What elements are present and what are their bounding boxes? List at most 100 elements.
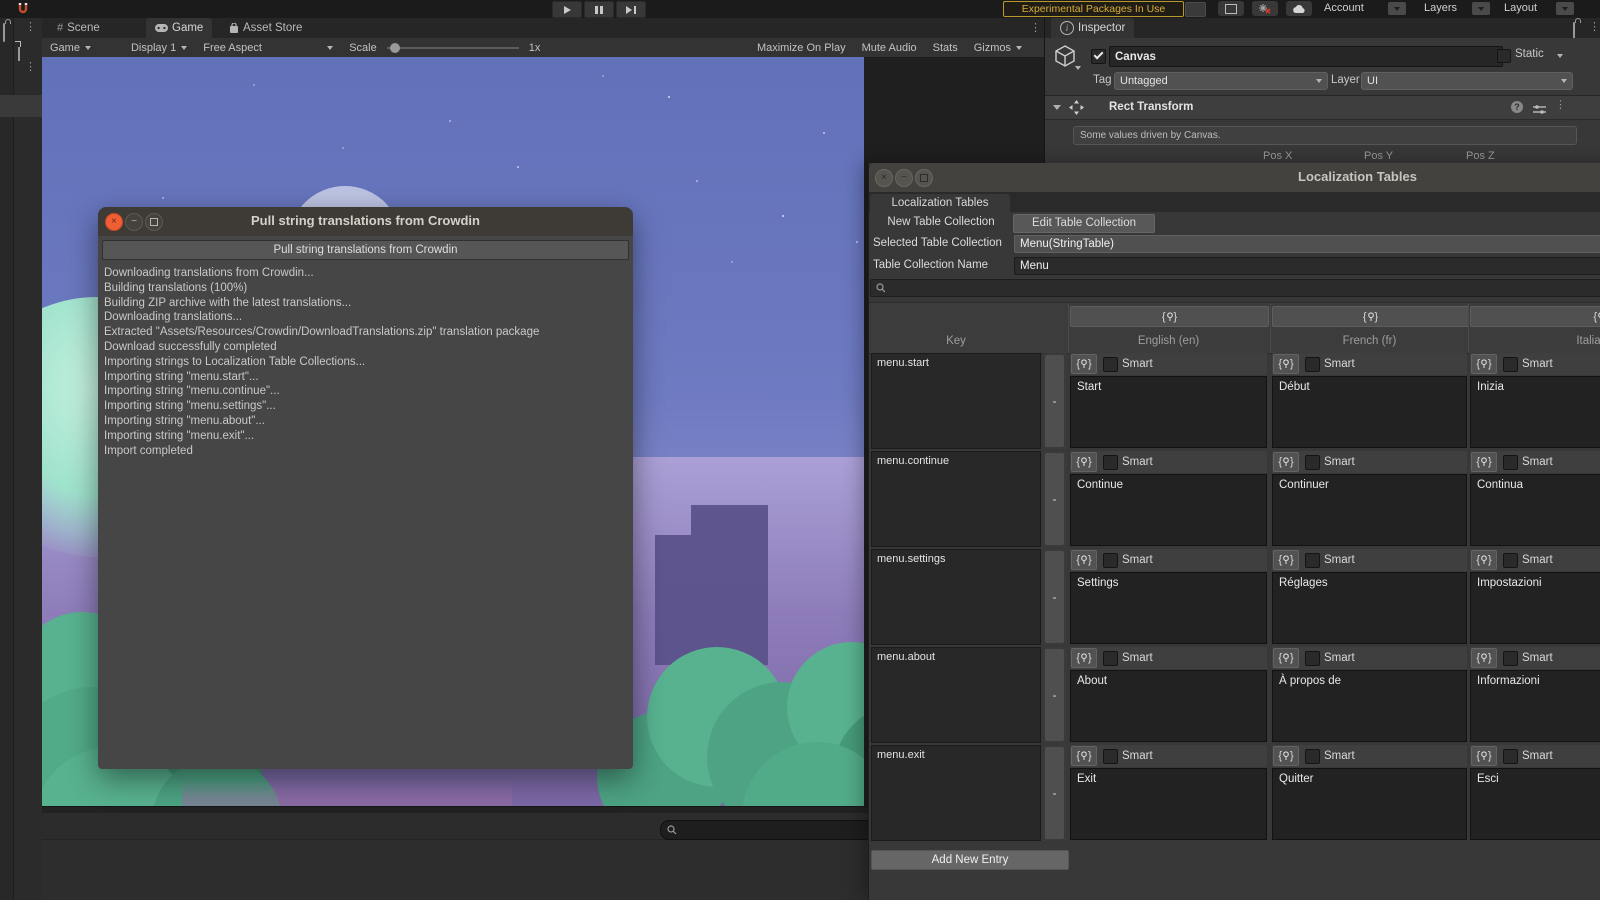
smart-checkbox[interactable] — [1103, 356, 1118, 372]
smart-checkbox[interactable] — [1305, 454, 1320, 470]
experimental-packages-button[interactable]: Experimental Packages In Use — [1003, 1, 1184, 17]
maximize-on-play-toggle[interactable]: Maximize On Play — [749, 38, 854, 57]
tab-asset-store[interactable]: Asset Store — [220, 18, 311, 38]
column-settings-button-fr[interactable]: {} — [1272, 306, 1469, 327]
scale-slider-handle[interactable] — [389, 42, 400, 53]
translation-text-area[interactable]: Continuer — [1272, 474, 1467, 546]
translation-text-area[interactable]: Réglages — [1272, 572, 1467, 644]
lock-icon[interactable] — [3, 23, 5, 42]
column-header-french[interactable]: French (fr) — [1272, 335, 1467, 347]
smart-checkbox[interactable] — [1503, 356, 1518, 372]
component-menu-icon[interactable]: ⋮ — [1555, 100, 1566, 111]
translation-text-area[interactable]: Quitter — [1272, 768, 1467, 840]
component-header[interactable]: Rect Transform ? ⋮ — [1045, 96, 1600, 120]
metadata-button[interactable]: {} — [1273, 648, 1299, 668]
pause-button[interactable] — [584, 1, 614, 18]
translation-text-area[interactable]: Settings — [1070, 572, 1267, 644]
presets-icon[interactable] — [1533, 102, 1546, 120]
remove-entry-button[interactable]: - — [1045, 355, 1064, 447]
icon-dropdown-chevron[interactable] — [1075, 66, 1081, 70]
remove-entry-button[interactable]: - — [1045, 453, 1064, 545]
game-panel-menu-icon[interactable]: ⋮ — [1030, 23, 1041, 34]
console-search-input[interactable] — [660, 820, 874, 840]
metadata-button[interactable]: {} — [1273, 550, 1299, 570]
translation-text-area[interactable]: Exit — [1070, 768, 1267, 840]
metadata-button[interactable]: {} — [1471, 354, 1497, 374]
column-header-key[interactable]: Key — [871, 335, 1041, 347]
metadata-button[interactable]: {} — [1471, 746, 1497, 766]
close-button[interactable]: × — [875, 169, 893, 187]
more-menu-icon[interactable]: ⋮ — [25, 22, 36, 33]
foldout-icon[interactable] — [1053, 105, 1061, 110]
layer-dropdown[interactable]: UI — [1361, 72, 1573, 90]
aspect-ratio-dropdown[interactable]: Free Aspect — [195, 38, 341, 57]
experimental-packages-dropdown[interactable] — [1185, 2, 1206, 17]
scale-slider[interactable] — [386, 42, 519, 53]
translation-text-area[interactable]: Esci — [1470, 768, 1600, 840]
smart-checkbox[interactable] — [1305, 552, 1320, 568]
add-new-entry-button[interactable]: Add New Entry — [871, 850, 1069, 870]
dialog-titlebar[interactable]: × − Pull string translations from Crowdi… — [98, 207, 633, 237]
frame-capture-button[interactable] — [1218, 1, 1244, 16]
metadata-button[interactable]: {} — [1273, 746, 1299, 766]
account-dropdown[interactable] — [1388, 2, 1406, 15]
translation-text-area[interactable]: Inizia — [1470, 376, 1600, 448]
pull-translations-button[interactable]: Pull string translations from Crowdin — [102, 240, 629, 260]
key-cell[interactable]: menu.continue — [871, 451, 1041, 547]
metadata-button[interactable]: {} — [1071, 452, 1097, 472]
metadata-button[interactable]: {} — [1273, 452, 1299, 472]
smart-checkbox[interactable] — [1305, 650, 1320, 666]
play-button[interactable] — [552, 1, 582, 18]
tab-game[interactable]: Game — [146, 18, 213, 38]
popout-window-icon[interactable] — [18, 42, 20, 61]
window-titlebar[interactable]: × − Localization Tables — [869, 163, 1600, 193]
new-table-collection-button[interactable]: New Table Collection — [870, 214, 1012, 231]
smart-checkbox[interactable] — [1503, 748, 1518, 764]
metadata-button[interactable]: {} — [1471, 550, 1497, 570]
translation-text-area[interactable]: Informazioni — [1470, 670, 1600, 742]
key-cell[interactable]: menu.about — [871, 647, 1041, 743]
translation-text-area[interactable]: Continue — [1070, 474, 1267, 546]
edit-table-collection-button[interactable]: Edit Table Collection — [1013, 214, 1155, 233]
minimize-button[interactable]: − — [895, 169, 913, 187]
layers-dropdown[interactable] — [1472, 2, 1490, 15]
more-menu-icon[interactable]: ⋮ — [25, 62, 36, 73]
remove-entry-button[interactable]: - — [1045, 551, 1064, 643]
layout-label[interactable]: Layout — [1504, 2, 1537, 14]
translation-text-area[interactable]: Début — [1272, 376, 1467, 448]
column-header-english[interactable]: English (en) — [1070, 335, 1267, 347]
collab-status-button[interactable] — [1252, 1, 1278, 16]
tab-scene[interactable]: # Scene — [48, 18, 109, 38]
translation-text-area[interactable]: Start — [1070, 376, 1267, 448]
metadata-button[interactable]: {} — [1071, 648, 1097, 668]
smart-checkbox[interactable] — [1305, 356, 1320, 372]
key-cell[interactable]: menu.settings — [871, 549, 1041, 645]
static-checkbox[interactable] — [1497, 49, 1511, 63]
tag-dropdown[interactable]: Untagged — [1114, 72, 1328, 90]
layout-dropdown[interactable] — [1556, 2, 1574, 15]
metadata-button[interactable]: {} — [1273, 354, 1299, 374]
game-mode-dropdown[interactable]: Game — [42, 38, 99, 57]
metadata-button[interactable]: {} — [1071, 550, 1097, 570]
mute-audio-toggle[interactable]: Mute Audio — [854, 38, 925, 57]
selected-table-collection-field[interactable]: Menu(StringTable) — [1014, 235, 1600, 253]
layers-label[interactable]: Layers — [1424, 2, 1457, 14]
smart-checkbox[interactable] — [1103, 650, 1118, 666]
remove-entry-button[interactable]: - — [1045, 649, 1064, 741]
maximize-button[interactable] — [915, 169, 933, 187]
more-menu-icon[interactable]: ⋮ — [1589, 22, 1600, 33]
key-cell[interactable]: menu.exit — [871, 745, 1041, 841]
remove-entry-button[interactable]: - — [1045, 747, 1064, 839]
step-button[interactable] — [616, 1, 646, 18]
smart-checkbox[interactable] — [1503, 454, 1518, 470]
smart-checkbox[interactable] — [1503, 650, 1518, 666]
metadata-button[interactable]: {} — [1071, 354, 1097, 374]
translation-text-area[interactable]: About — [1070, 670, 1267, 742]
gizmos-dropdown[interactable]: Gizmos — [966, 38, 1030, 57]
help-icon[interactable]: ? — [1511, 101, 1523, 113]
stats-toggle[interactable]: Stats — [925, 38, 966, 57]
smart-checkbox[interactable] — [1503, 552, 1518, 568]
table-search-input[interactable] — [870, 279, 1600, 297]
translation-text-area[interactable]: À propos de — [1272, 670, 1467, 742]
smart-checkbox[interactable] — [1103, 454, 1118, 470]
